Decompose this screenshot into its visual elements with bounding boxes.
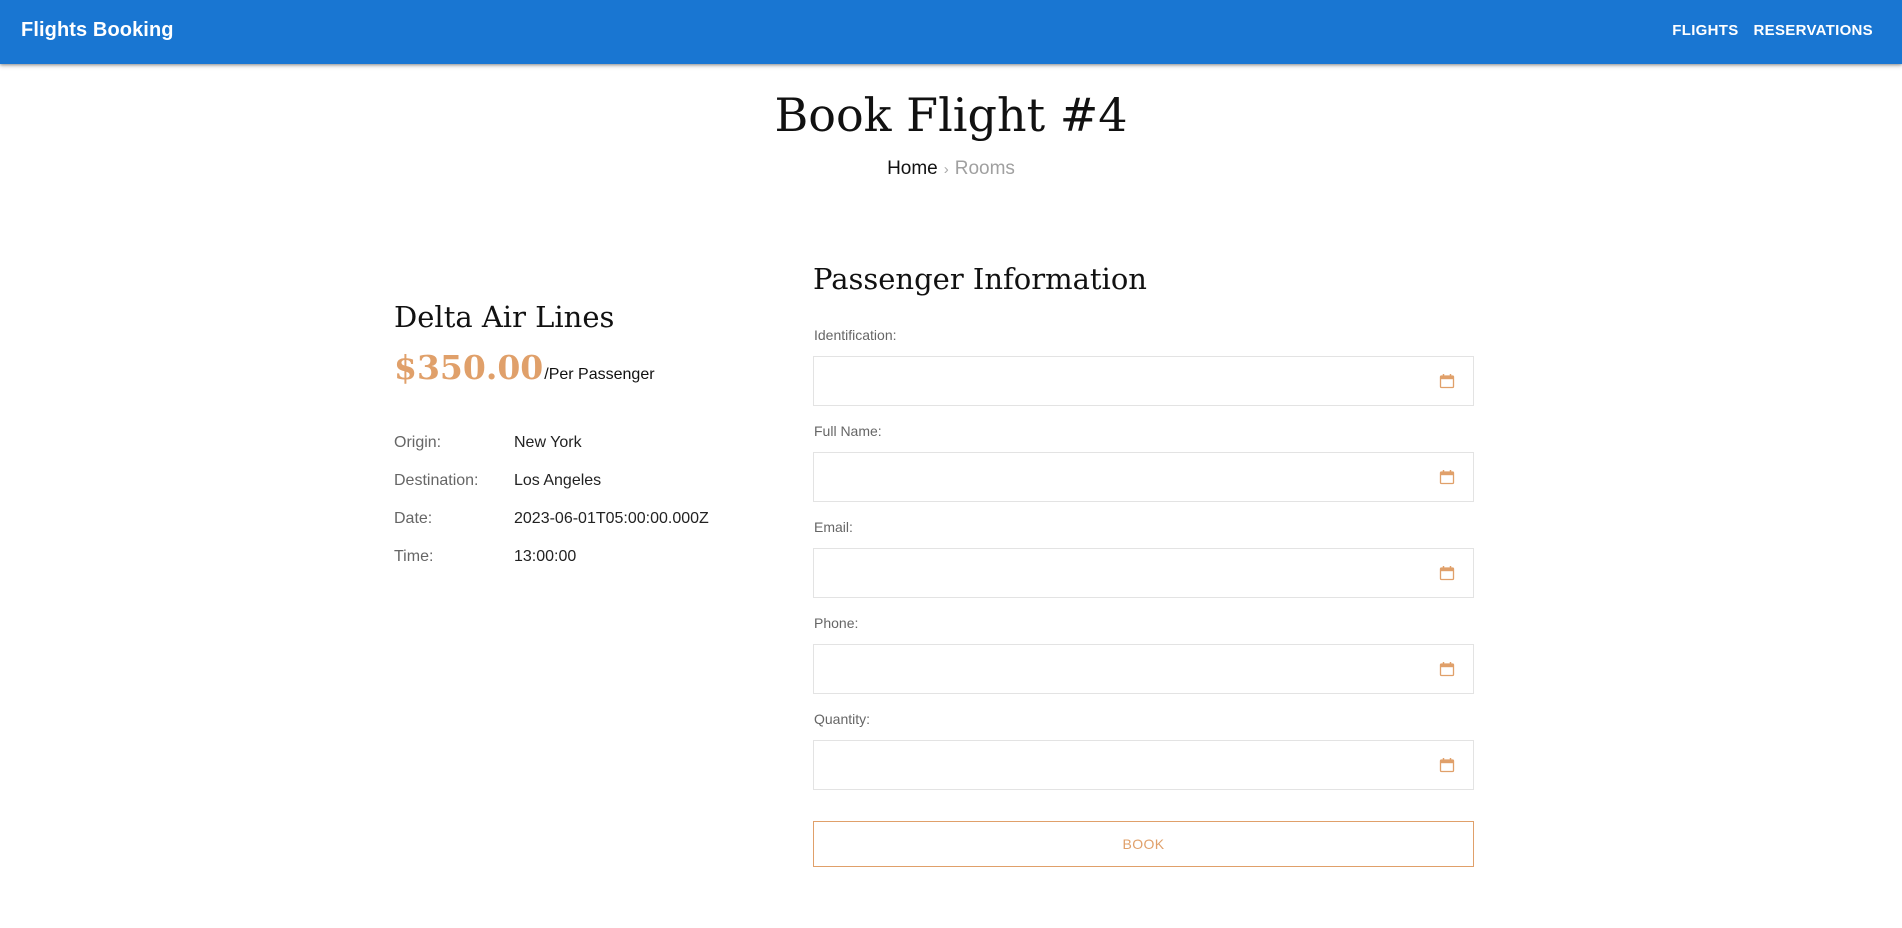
price-unit: /Per Passenger — [544, 366, 655, 383]
detail-row-destination: Destination: Los Angeles — [394, 462, 709, 500]
detail-row-time: Time: 13:00:00 — [394, 538, 709, 576]
nav-link-flights[interactable]: FLIGHTS — [1672, 22, 1738, 39]
phone-input[interactable] — [813, 644, 1474, 694]
breadcrumb: Home › Rooms — [0, 158, 1902, 180]
chevron-right-icon: › — [943, 160, 949, 178]
identification-field-group: Identification: — [813, 327, 1474, 423]
detail-value: 13:00:00 — [514, 548, 577, 565]
detail-label: Destination: — [394, 472, 479, 489]
email-label: Email: — [814, 519, 853, 535]
flight-details: Origin: New York Destination: Los Angele… — [394, 424, 709, 576]
passenger-form-title: Passenger Information — [813, 262, 1147, 296]
flight-price: $350.00 — [394, 348, 544, 387]
detail-value: Los Angeles — [514, 472, 602, 489]
full-name-input[interactable] — [813, 452, 1474, 502]
calendar-icon[interactable] — [1439, 469, 1455, 485]
quantity-field-group: Quantity: — [813, 711, 1474, 807]
nav-link-reservations[interactable]: RESERVATIONS — [1754, 22, 1873, 39]
full-name-field-group: Full Name: — [813, 423, 1474, 519]
email-input[interactable] — [813, 548, 1474, 598]
detail-row-origin: Origin: New York — [394, 424, 709, 462]
calendar-icon[interactable] — [1439, 373, 1455, 389]
full-name-label: Full Name: — [814, 423, 882, 439]
detail-label: Date: — [394, 510, 433, 527]
detail-label: Time: — [394, 548, 434, 565]
airline-name: Delta Air Lines — [394, 300, 615, 334]
phone-field-group: Phone: — [813, 615, 1474, 711]
calendar-icon[interactable] — [1439, 565, 1455, 581]
top-navbar: Flights Booking FLIGHTS RESERVATIONS — [0, 0, 1902, 64]
breadcrumb-home-link[interactable]: Home — [887, 158, 938, 180]
detail-value: 2023-06-01T05:00:00.000Z — [514, 510, 709, 527]
identification-input[interactable] — [813, 356, 1474, 406]
quantity-label: Quantity: — [814, 711, 871, 727]
page-title: Book Flight #4 — [774, 88, 1128, 142]
email-field-group: Email: — [813, 519, 1474, 615]
calendar-icon[interactable] — [1439, 661, 1455, 677]
brand-title[interactable]: Flights Booking — [21, 19, 174, 42]
phone-label: Phone: — [814, 615, 859, 631]
book-button[interactable]: BOOK — [813, 821, 1474, 867]
identification-label: Identification: — [814, 327, 897, 343]
calendar-icon[interactable] — [1439, 757, 1455, 773]
detail-value: New York — [514, 434, 582, 451]
passenger-form: Identification: Full Name: Email: Phone: — [813, 327, 1474, 807]
price-row: $350.00 /Per Passenger — [394, 348, 655, 387]
quantity-input[interactable] — [813, 740, 1474, 790]
detail-row-date: Date: 2023-06-01T05:00:00.000Z — [394, 500, 709, 538]
nav-links: FLIGHTS RESERVATIONS — [1672, 22, 1873, 39]
detail-label: Origin: — [394, 434, 442, 451]
breadcrumb-current: Rooms — [954, 158, 1015, 179]
